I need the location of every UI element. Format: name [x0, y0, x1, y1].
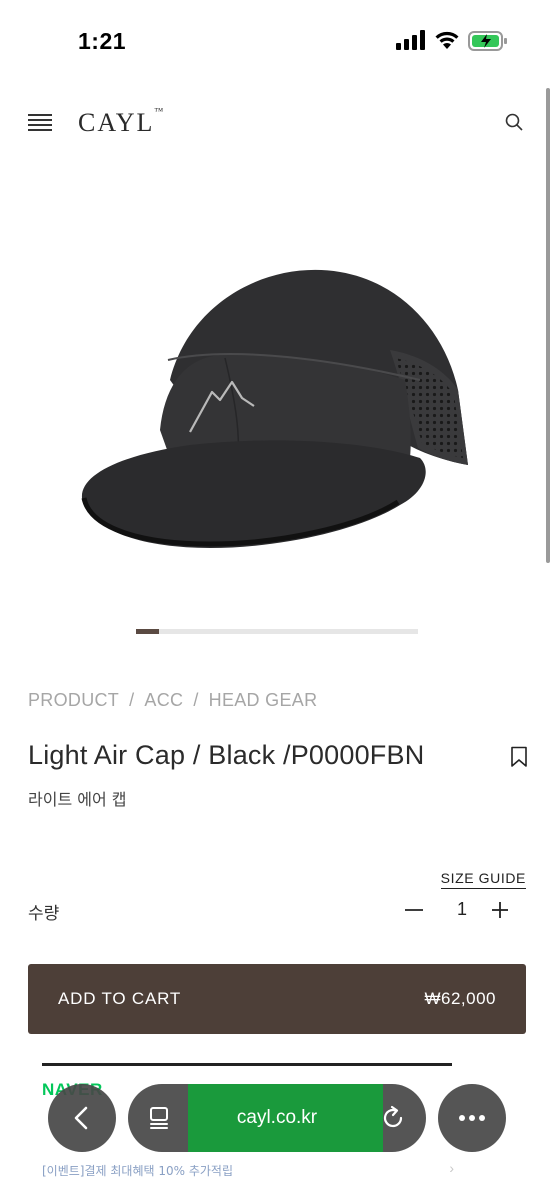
- battery-charging-icon: [468, 31, 507, 51]
- browser-toolbar: cayl.co.kr: [0, 1080, 554, 1156]
- hamburger-menu-icon[interactable]: [28, 114, 52, 132]
- chevron-right-icon: ›: [449, 1160, 454, 1176]
- naverpay-divider: [42, 1063, 452, 1066]
- carousel-progress-fill: [136, 629, 159, 634]
- search-icon[interactable]: [504, 112, 524, 132]
- naverpay-promo-text[interactable]: [이벤트]결제 최대혜택 10% 추가적립: [42, 1162, 233, 1179]
- quantity-label: 수량: [28, 904, 60, 924]
- add-to-cart-label: ADD TO CART: [58, 989, 182, 1008]
- cellular-signal-icon: [396, 30, 425, 50]
- breadcrumb-separator: /: [129, 690, 135, 710]
- site-logo[interactable]: CAYL™: [78, 106, 166, 138]
- carousel-progress: [136, 629, 418, 634]
- breadcrumb: PRODUCT / ACC / HEAD GEAR: [28, 690, 317, 711]
- tabs-icon[interactable]: [146, 1105, 172, 1131]
- scroll-indicator: [546, 88, 550, 563]
- product-image[interactable]: [60, 230, 480, 570]
- breadcrumb-item-product[interactable]: PRODUCT: [28, 690, 119, 710]
- logo-text: CAYL: [78, 108, 155, 137]
- url-text: cayl.co.kr: [236, 1107, 318, 1128]
- reload-icon[interactable]: [380, 1105, 406, 1131]
- size-guide-link[interactable]: SIZE GUIDE: [440, 870, 526, 889]
- quantity-value: 1: [456, 899, 467, 919]
- product-subtitle: 라이트 에어 캡: [28, 790, 127, 809]
- bookmark-icon[interactable]: [510, 746, 528, 768]
- breadcrumb-item-acc[interactable]: ACC: [144, 690, 183, 710]
- product-title: Light Air Cap / Black /P0000FBN: [28, 740, 425, 770]
- breadcrumb-item-head-gear[interactable]: HEAD GEAR: [209, 690, 318, 710]
- quantity-increase-button[interactable]: [486, 896, 514, 924]
- quantity-decrease-button[interactable]: [400, 896, 428, 924]
- more-dots-icon: [459, 1115, 485, 1121]
- chevron-left-icon: [74, 1106, 88, 1130]
- add-to-cart-button[interactable]: ADD TO CART ₩62,000: [28, 964, 526, 1034]
- breadcrumb-separator: /: [193, 690, 199, 710]
- browser-more-button[interactable]: [438, 1084, 506, 1152]
- status-time: 1:21: [78, 28, 127, 54]
- wifi-icon: [435, 31, 459, 49]
- address-bar[interactable]: cayl.co.kr: [128, 1084, 426, 1152]
- browser-back-button[interactable]: [48, 1084, 116, 1152]
- site-header: CAYL™: [0, 84, 554, 160]
- logo-trademark: ™: [154, 106, 166, 116]
- add-to-cart-price: ₩62,000: [424, 989, 496, 1008]
- status-bar: 1:21: [0, 0, 554, 84]
